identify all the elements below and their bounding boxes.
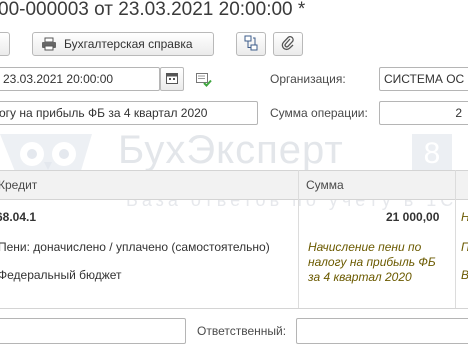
responsible-field[interactable] bbox=[296, 318, 468, 344]
organization-field[interactable]: СИСТЕМА ОС bbox=[379, 67, 468, 91]
row-amount: 21 000,00 bbox=[386, 210, 440, 224]
date-field[interactable]: 23.03.2021 20:00:00 bbox=[0, 67, 160, 91]
previous-button[interactable] bbox=[0, 32, 10, 56]
table-header bbox=[0, 170, 468, 200]
row-extra-2: П bbox=[461, 240, 468, 254]
column-separator bbox=[298, 170, 299, 308]
accounting-report-label: Бухгалтерская справка bbox=[64, 37, 193, 51]
row-extra-1: Н bbox=[461, 210, 468, 224]
paperclip-icon bbox=[281, 35, 295, 54]
watermark-brand: БухЭксперт bbox=[118, 128, 344, 172]
organization-value: СИСТЕМА ОС bbox=[384, 72, 465, 86]
content-line-1: Начисление пени по bbox=[308, 240, 422, 254]
printer-icon bbox=[41, 37, 57, 51]
attach-button[interactable] bbox=[273, 32, 303, 56]
date-value: 23.03.2021 20:00:00 bbox=[3, 72, 114, 86]
structure-button[interactable] bbox=[236, 32, 266, 56]
credit-subconto-1: Пени: доначислено / уплачено (самостояте… bbox=[0, 240, 270, 254]
calendar-button[interactable] bbox=[160, 67, 184, 91]
credit-account: 68.04.1 bbox=[0, 210, 37, 224]
calendar-icon bbox=[166, 72, 178, 87]
document-title: 00-000003 от 23.03.2021 20:00:00 * bbox=[0, 0, 306, 20]
watermark-digit: 8 bbox=[412, 134, 452, 174]
amount-label: Сумма операции: bbox=[270, 106, 368, 120]
table-bottom-border bbox=[0, 308, 468, 309]
content-line-3: за 4 квартал 2020 bbox=[308, 270, 412, 284]
structure-icon bbox=[243, 35, 259, 54]
organization-label: Организация: bbox=[270, 72, 346, 86]
content-value: огу на прибыль ФБ за 4 квартал 2020 bbox=[0, 106, 208, 120]
posting-status-icon[interactable] bbox=[196, 73, 212, 90]
accounting-report-button[interactable]: Бухгалтерская справка bbox=[32, 32, 214, 56]
amount-value: 2 bbox=[455, 106, 462, 120]
column-header-sum[interactable]: Сумма bbox=[306, 178, 344, 192]
responsible-label: Ответственный: bbox=[197, 324, 287, 338]
row-extra-3: В bbox=[461, 268, 468, 282]
credit-subconto-2: Федеральный бюджет bbox=[0, 268, 122, 282]
comment-field[interactable] bbox=[0, 318, 186, 344]
column-separator bbox=[455, 170, 456, 308]
column-header-credit[interactable]: Кредит bbox=[0, 178, 37, 192]
content-line-2: налогу на прибыль ФБ bbox=[308, 255, 436, 269]
amount-field[interactable]: 2 bbox=[379, 101, 468, 125]
